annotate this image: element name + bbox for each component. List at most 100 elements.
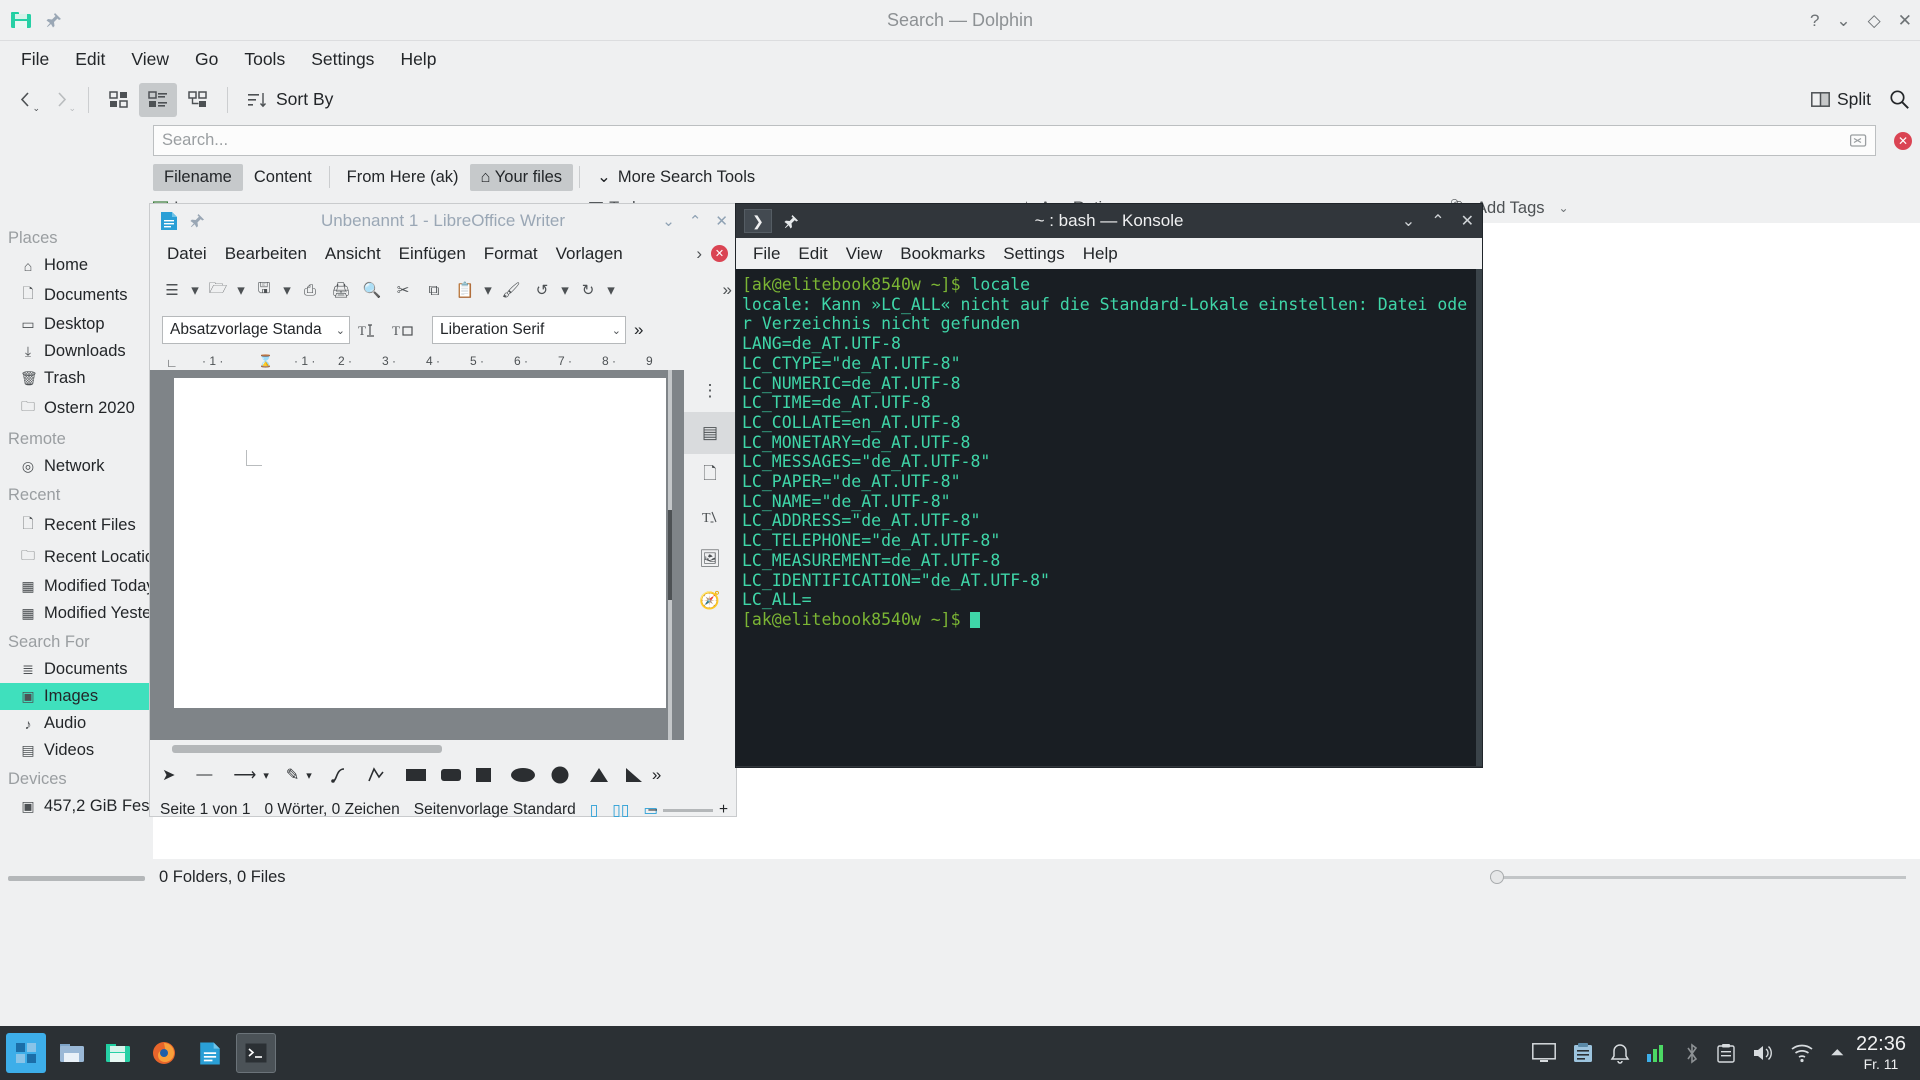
zoom-in-button[interactable]: + xyxy=(719,801,728,819)
volume-icon[interactable] xyxy=(1752,1043,1774,1063)
dolphin-icon[interactable] xyxy=(98,1033,138,1073)
toolbar-caret-1-icon[interactable]: ▾ xyxy=(189,277,201,303)
close-icon[interactable]: ✕ xyxy=(1898,12,1912,29)
places-item-modified-yesterday[interactable]: ▦ Modified Yesterday xyxy=(0,600,153,627)
files-icon[interactable] xyxy=(52,1033,92,1073)
toolbar-caret-4-icon[interactable]: ▾ xyxy=(482,277,494,303)
minimize-icon[interactable]: ⌄ xyxy=(1836,12,1850,29)
menu-help[interactable]: Help xyxy=(387,45,449,74)
compact-view-icon[interactable] xyxy=(139,82,177,117)
konsole-menu-help[interactable]: Help xyxy=(1074,241,1127,267)
sidebar-navigator-icon[interactable]: 🧭 xyxy=(684,580,736,622)
writer-menu-einfuegen[interactable]: Einfügen xyxy=(390,241,475,267)
writer-icon[interactable] xyxy=(190,1033,230,1073)
menu-edit[interactable]: Edit xyxy=(62,45,118,74)
writer-menu-vorlagen[interactable]: Vorlagen xyxy=(547,241,632,267)
sidebar-settings-icon[interactable]: ⋮ xyxy=(684,370,736,412)
undo-icon[interactable]: ↺ xyxy=(528,277,556,303)
minimize-icon[interactable]: ⌄ xyxy=(1402,211,1415,231)
triangle-tool-icon[interactable] xyxy=(588,766,610,784)
back-icon[interactable]: ⌄ xyxy=(8,84,42,116)
bluetooth-icon[interactable] xyxy=(1684,1042,1700,1064)
save-icon[interactable]: 🖫 xyxy=(250,277,278,303)
clock[interactable]: 22:36 Fr. 11 xyxy=(1856,1033,1920,1072)
close-search-button[interactable]: ✕ xyxy=(1894,132,1912,150)
menu-view[interactable]: View xyxy=(118,45,182,74)
sidebar-page-icon[interactable]: 🗋 xyxy=(684,454,736,496)
places-item-documents[interactable]: ≣ Documents xyxy=(0,656,153,683)
places-item-audio[interactable]: ♪ Audio xyxy=(0,710,153,737)
drawing-overflow-icon[interactable]: » xyxy=(652,765,661,785)
writer-page[interactable] xyxy=(174,378,666,708)
network-icon[interactable] xyxy=(1790,1043,1814,1063)
formatting-overflow-icon[interactable]: » xyxy=(634,320,643,340)
view-multi-page-icon[interactable]: ▯▯ xyxy=(612,801,629,820)
minimize-icon[interactable]: ⌄ xyxy=(662,212,675,230)
toolbar-caret-6-icon[interactable]: ▾ xyxy=(605,277,617,303)
maximize-icon[interactable]: ⌃ xyxy=(1431,211,1444,231)
system-monitor-icon[interactable] xyxy=(1646,1043,1668,1063)
curve-tool-icon[interactable] xyxy=(331,766,351,784)
export-pdf-icon[interactable]: ⎙ xyxy=(296,277,324,303)
konsole-menu-file[interactable]: File xyxy=(744,241,789,267)
writer-menu-format[interactable]: Format xyxy=(475,241,547,267)
sidebar-styles-icon[interactable]: T xyxy=(684,496,736,538)
places-item-457-2-gib-festplatte[interactable]: ▣ 457,2 GiB Festplatte xyxy=(0,793,153,820)
places-item-desktop[interactable]: ▭ Desktop xyxy=(0,311,153,338)
places-item-recent-files[interactable]: 🗋 Recent Files xyxy=(0,509,153,541)
maximize-icon[interactable]: ◇ xyxy=(1868,12,1881,29)
circle-tool-icon[interactable] xyxy=(549,766,571,784)
arrow-tool-icon[interactable]: ⟶ xyxy=(233,765,256,785)
display-icon[interactable] xyxy=(1532,1043,1557,1063)
chip-content[interactable]: Content xyxy=(243,164,323,191)
help-icon[interactable]: ? xyxy=(1810,12,1819,29)
alarm-icon[interactable] xyxy=(1610,1043,1630,1064)
print-preview-icon[interactable]: 🔍 xyxy=(358,277,386,303)
places-item-home[interactable]: ⌂ Home xyxy=(0,252,153,279)
zoom-slider[interactable] xyxy=(1490,869,1920,884)
cut-icon[interactable]: ✂ xyxy=(389,277,417,303)
konsole-menu-edit[interactable]: Edit xyxy=(789,241,836,267)
writer-menu-ansicht[interactable]: Ansicht xyxy=(316,241,390,267)
print-icon[interactable]: 🖨 xyxy=(327,277,355,303)
sidebar-toggle-icon[interactable]: ☰ xyxy=(158,277,186,303)
zoom-out-button[interactable]: – xyxy=(648,801,657,819)
arrow-caret-icon[interactable]: ▾ xyxy=(263,769,269,782)
toolbar-caret-3-icon[interactable]: ▾ xyxy=(281,277,293,303)
freeform-caret-icon[interactable]: ▾ xyxy=(306,769,312,782)
places-item-modified-today[interactable]: ▦ Modified Today xyxy=(0,573,153,600)
menu-go[interactable]: Go xyxy=(182,45,231,74)
clipboard-manager-icon[interactable] xyxy=(1572,1042,1594,1064)
search-icon[interactable] xyxy=(1889,89,1910,110)
places-item-videos[interactable]: ▤ Videos xyxy=(0,737,153,764)
pin-icon[interactable] xyxy=(784,214,799,229)
toolbar-overflow-icon[interactable]: » xyxy=(723,280,732,300)
font-name-combo[interactable]: Liberation Serif ⌄ xyxy=(432,316,626,344)
rectangle-tool-icon[interactable] xyxy=(405,766,427,784)
places-item-recent-locations[interactable]: 🗀 Recent Locations xyxy=(0,541,153,573)
zoom-slider-knob[interactable] xyxy=(1490,869,1504,884)
writer-canvas[interactable]: ⋮ ▤ 🗋 T 🖼 🧭 xyxy=(150,370,736,740)
forward-icon[interactable]: ⌄ xyxy=(44,84,78,116)
terminal-output[interactable]: [ak@elitebook8540w ~]$ locale locale: Kan… xyxy=(736,269,1482,766)
clone-formatting-icon[interactable]: 🖌 xyxy=(497,277,525,303)
places-item-downloads[interactable]: ⤓ Downloads xyxy=(0,338,153,365)
konsole-icon[interactable] xyxy=(236,1033,276,1073)
pin-icon[interactable] xyxy=(46,12,62,28)
more-search-tools-button[interactable]: ⌄ More Search Tools xyxy=(586,163,766,191)
sidebar-gallery-icon[interactable]: 🖼 xyxy=(684,538,736,580)
writer-error-icon[interactable]: ✕ xyxy=(711,245,728,262)
clipboard-icon[interactable] xyxy=(1716,1043,1736,1064)
arrow-up-icon[interactable]: ⏶ xyxy=(1830,1043,1844,1063)
writer-menu-datei[interactable]: Datei xyxy=(158,241,216,267)
places-resize-handle[interactable] xyxy=(0,874,153,881)
places-item-ostern-2020[interactable]: 🗀 Ostern 2020 xyxy=(0,392,153,424)
sidebar-properties-icon[interactable]: ▤ xyxy=(684,412,736,454)
chip-filename[interactable]: Filename xyxy=(153,163,243,191)
paragraph-style-combo[interactable]: Absatzvorlage Standard ⌄ xyxy=(162,316,350,344)
redo-icon[interactable]: ↻ xyxy=(574,277,602,303)
menu-settings[interactable]: Settings xyxy=(298,45,387,74)
konsole-menu-bookmarks[interactable]: Bookmarks xyxy=(891,241,994,267)
writer-vertical-scrollbar[interactable] xyxy=(668,370,672,740)
places-item-trash[interactable]: 🗑 Trash xyxy=(0,365,153,392)
